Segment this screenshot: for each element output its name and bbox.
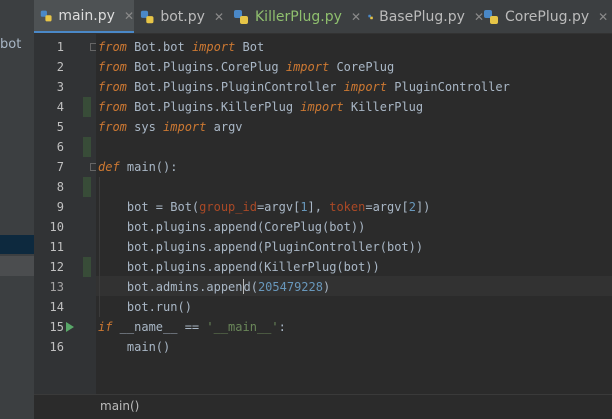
vcs-change-marker[interactable]	[83, 257, 91, 277]
project-panel: bot	[0, 0, 34, 419]
code-line-15[interactable]: if __name__ == '__main__':	[98, 317, 286, 337]
tab-label: KillerPlug.py	[255, 9, 342, 25]
code-line-1[interactable]: from Bot.bot import Bot	[98, 37, 264, 57]
vcs-change-marker[interactable]	[83, 177, 91, 197]
python-file-icon	[368, 14, 373, 20]
line-number: 1	[56, 40, 64, 54]
python-file-icon	[234, 10, 248, 24]
close-icon[interactable]: ✕	[598, 10, 608, 24]
line-number: 4	[56, 100, 64, 114]
code-line-9[interactable]: bot = Bot(group_id=argv[1], token=argv[2…	[98, 197, 431, 217]
line-number: 9	[56, 200, 64, 214]
python-file-icon	[140, 10, 154, 24]
vcs-change-marker[interactable]	[83, 97, 91, 117]
project-tree-row[interactable]	[0, 256, 34, 276]
tab-baseplug-py[interactable]: BasePlug.py ✕	[362, 0, 484, 33]
tab-killerplug-py[interactable]: KillerPlug.py ✕	[227, 0, 362, 33]
project-tree-selected-row[interactable]	[0, 235, 34, 254]
tab-label: CorePlug.py	[505, 9, 590, 25]
code-line-16[interactable]: main()	[98, 337, 170, 357]
line-number: 10	[49, 220, 64, 234]
code-line-14[interactable]: bot.run()	[98, 297, 192, 317]
line-number-gutter[interactable]: 1 2 3 4 5 6 7 8 9 10 11 12 13 14 15 16	[34, 34, 117, 394]
breadcrumb[interactable]: main()	[100, 399, 139, 413]
code-line-13[interactable]: bot.admins.append(205479228)	[98, 277, 330, 297]
line-number: 15	[49, 320, 64, 334]
editor-tab-bar: main.py ✕ bot.py ✕ KillerPlug.py ✕ BaseP…	[34, 0, 612, 34]
line-number: 14	[49, 300, 64, 314]
run-arrow-icon[interactable]	[65, 321, 75, 333]
code-editor[interactable]: from Bot.bot import Bot from Bot.Plugins…	[96, 34, 612, 394]
close-icon[interactable]: ✕	[124, 9, 134, 23]
close-icon[interactable]: ✕	[214, 10, 224, 24]
line-number: 8	[56, 180, 64, 194]
code-line-11[interactable]: bot.plugins.append(PluginController(bot)…	[98, 237, 423, 257]
tab-coreplug-py[interactable]: CorePlug.py ✕	[477, 0, 612, 33]
line-number: 3	[56, 80, 64, 94]
line-number: 5	[56, 120, 64, 134]
code-line-2[interactable]: from Bot.Plugins.CorePlug import CorePlu…	[98, 57, 394, 77]
line-number: 6	[56, 140, 64, 154]
code-line-7[interactable]: def main():	[98, 157, 177, 177]
tab-bot-py[interactable]: bot.py ✕	[134, 0, 224, 33]
line-number: 13	[49, 280, 64, 294]
line-number: 2	[56, 60, 64, 74]
close-icon[interactable]: ✕	[351, 10, 361, 24]
code-line-3[interactable]: from Bot.Plugins.PluginController import…	[98, 77, 510, 97]
tab-label: bot.py	[160, 9, 205, 25]
project-tree-fragment[interactable]: bot	[0, 37, 21, 52]
line-number: 7	[56, 160, 64, 174]
python-file-icon	[40, 10, 52, 21]
code-line-5[interactable]: from sys import argv	[98, 117, 243, 137]
python-file-icon	[484, 10, 498, 24]
code-line-4[interactable]: from Bot.Plugins.KillerPlug import Kille…	[98, 97, 423, 117]
vcs-change-marker[interactable]	[83, 137, 91, 157]
breadcrumb-bar: main()	[34, 394, 612, 419]
line-number: 16	[49, 340, 64, 354]
line-number: 11	[49, 240, 64, 254]
tab-label: BasePlug.py	[379, 9, 465, 25]
tab-label: main.py	[58, 7, 115, 24]
line-number: 12	[49, 260, 64, 274]
tab-main-py[interactable]: main.py ✕	[34, 0, 134, 33]
code-line-10[interactable]: bot.plugins.append(CorePlug(bot))	[98, 217, 365, 237]
code-line-12[interactable]: bot.plugins.append(KillerPlug(bot))	[98, 257, 380, 277]
